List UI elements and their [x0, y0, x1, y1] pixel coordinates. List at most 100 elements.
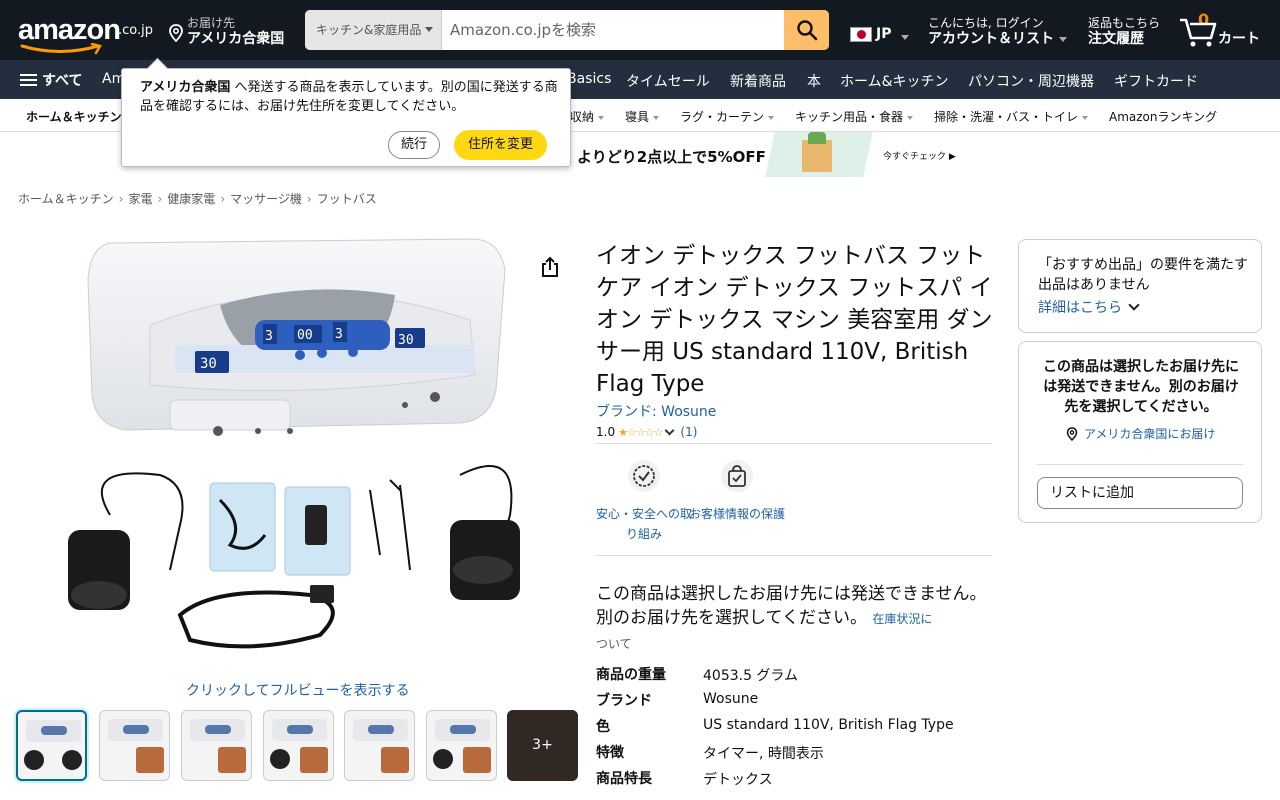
spec-value: デトックス [703, 772, 773, 788]
chevron-down-icon [768, 115, 775, 120]
more-thumbnails-button[interactable]: 3+ [507, 710, 578, 781]
all-menu-label: すべて [42, 73, 83, 89]
spec-value: タイマー, 時間表示 [703, 746, 824, 762]
thumbnail-image [190, 719, 245, 741]
breadcrumb-item[interactable]: ホーム＆キッチン [18, 192, 114, 206]
product-title: イオン デトックス フットバス フットケア イオン デトックス フットスパ イオ… [596, 243, 993, 397]
promo-text: よりどり2点以上で5%OFF [577, 148, 766, 166]
left-timer-display: 30 [200, 356, 217, 372]
nav-item-books[interactable]: 本 [807, 71, 821, 91]
review-count-link[interactable]: (1) [680, 425, 697, 439]
subnav-label: キッチン用品・食器 [795, 110, 904, 124]
rating-summary[interactable]: 1.0 ★☆☆☆☆ (1) [596, 425, 697, 439]
orders-link[interactable]: 返品もこちら 注文履歴 [1088, 14, 1168, 50]
stock-status-link[interactable]: 在庫状況に [872, 612, 932, 626]
nav-item-pc[interactable]: パソコン・周辺機器 [968, 71, 1094, 91]
spec-key: 商品特長 [596, 771, 652, 787]
breadcrumb-separator: › [157, 192, 163, 206]
cart-button[interactable]: 0 カート [1178, 10, 1268, 50]
orders-label: 注文履歴 [1088, 31, 1144, 47]
buy-box-message: この商品は選択したお届け先には発送できません。別のお届け先を選択してください。 [1043, 359, 1239, 415]
share-icon[interactable] [540, 256, 560, 278]
thumbnail[interactable] [181, 710, 252, 781]
spec-value: Wosune [703, 691, 759, 707]
thumbnail[interactable] [16, 710, 87, 781]
nav-item-timesale[interactable]: タイムセール [626, 71, 710, 91]
subnav-cleaning[interactable]: 掃除・洗濯・バス・トイレ [934, 108, 1089, 125]
language-selector[interactable]: JP [850, 24, 914, 44]
account-menu[interactable]: こんにちは, ログイン アカウント＆リスト [928, 14, 1073, 50]
privacy-badge[interactable]: お客様情報の保護 [689, 460, 785, 524]
thumbnail[interactable] [263, 710, 334, 781]
spec-row: 商品特長 デトックス [596, 764, 992, 790]
cart-icon [1180, 18, 1217, 47]
breadcrumb-separator: › [118, 192, 124, 206]
thumbnail[interactable] [99, 710, 170, 781]
spec-row: 特徴 タイマー, 時間表示 [596, 738, 992, 764]
subnav-storage[interactable]: 収納 [570, 108, 605, 125]
search-category-label: キッチン&家庭用品 [316, 23, 422, 37]
nav-item-home-kitchen[interactable]: ホーム&キッチン [840, 71, 949, 91]
thumbnail[interactable] [344, 710, 415, 781]
thumbnail-image [136, 747, 164, 773]
right-timer-display: 30 [398, 333, 414, 348]
account-label: アカウント＆リスト [928, 31, 1054, 47]
nav-item-basics[interactable]: Basics [567, 71, 611, 87]
brand-link[interactable]: ブランド: Wosune [596, 401, 716, 421]
search-icon [796, 20, 817, 41]
subnav-home-kitchen[interactable]: ホーム＆キッチン [26, 108, 122, 125]
add-to-list-button[interactable]: リストに追加 [1037, 477, 1243, 509]
promo-banner[interactable]: よりどり2点以上で5%OFF 今すぐチェック ▶ [560, 132, 960, 177]
nav-item-new[interactable]: 新着商品 [730, 71, 786, 91]
more-count: 3+ [507, 710, 578, 781]
safety-badge-label: 安心・安全への取り組み [596, 507, 693, 541]
subnav-label: 寝具 [625, 110, 650, 124]
product-main-image[interactable]: 30 3 00 3 30 [50, 225, 550, 675]
thumbnail-image [108, 719, 163, 741]
chevron-down-icon [1128, 299, 1140, 311]
subnav-ranking[interactable]: Amazonランキング [1109, 108, 1217, 125]
unavailable-message: この商品は選択したお届け先には発送できません。別のお届け先を選択してください。 … [596, 582, 992, 655]
hamburger-icon [20, 74, 37, 87]
level-display: 3 [335, 327, 343, 342]
search-input[interactable] [442, 10, 785, 50]
buy-box: この商品は選択したお届け先には発送できません。別のお届け先を選択してください。 … [1018, 341, 1262, 523]
thumbnail[interactable] [426, 710, 497, 781]
deliver-location-link[interactable]: アメリカ合衆国にお届け [1066, 425, 1215, 442]
search-bar: キッチン&家庭用品 [305, 10, 829, 50]
divider [1037, 464, 1243, 465]
breadcrumb-item[interactable]: 家電 [128, 192, 152, 206]
address-popover: アメリカ合衆国 へ発送する商品を表示しています。別の国に発送する商品を確認するに… [121, 68, 571, 167]
spec-row: 商品の重量 4053.5 グラム [596, 660, 992, 686]
smile-arrow-icon [20, 43, 102, 55]
details-link[interactable]: 詳細はこちら [1038, 297, 1140, 317]
safety-badge[interactable]: 安心・安全への取り組み [596, 460, 692, 544]
breadcrumb-item[interactable]: マッサージ機 [230, 192, 302, 206]
breadcrumb-separator: › [306, 192, 312, 206]
nav-item-giftcard[interactable]: ギフトカード [1114, 71, 1198, 91]
chevron-down-icon [907, 115, 914, 120]
thumbnail-image [353, 719, 408, 741]
search-button[interactable] [784, 10, 829, 50]
details-link-label: 詳細はこちら [1038, 300, 1122, 316]
subnav-rugs[interactable]: ラグ・カーテン [680, 108, 775, 125]
deliver-to[interactable]: お届け先 アメリカ合衆国 [166, 14, 296, 50]
japan-flag-icon [850, 27, 872, 42]
amazon-logo[interactable]: amazon .co.jp [18, 10, 153, 55]
full-view-link[interactable]: クリックしてフルビューを表示する [186, 680, 410, 700]
spec-value: US standard 110V, British Flag Type [703, 717, 954, 733]
continue-button[interactable]: 続行 [388, 131, 440, 159]
breadcrumb: ホーム＆キッチン › 家電 › 健康家電 › マッサージ機 › フットバス [18, 190, 377, 207]
thumbnail-image [435, 719, 490, 741]
spec-key: 商品の重量 [596, 667, 666, 683]
deliver-country: アメリカ合衆国 [187, 31, 285, 47]
search-category-select[interactable]: キッチン&家庭用品 [305, 10, 442, 50]
subnav-kitchenware[interactable]: キッチン用品・食器 [795, 108, 914, 125]
change-address-button[interactable]: 住所を変更 [454, 130, 547, 160]
breadcrumb-item[interactable]: 健康家電 [167, 192, 215, 206]
promo-cta: 今すぐチェック ▶ [883, 152, 956, 162]
cart-label: カート [1218, 31, 1260, 47]
subnav-bedding[interactable]: 寝具 [625, 108, 660, 125]
breadcrumb-item[interactable]: フットバス [317, 192, 377, 206]
featured-offer-box: 「おすすめ出品」の要件を満たす出品はありません 詳細はこちら [1018, 239, 1262, 333]
